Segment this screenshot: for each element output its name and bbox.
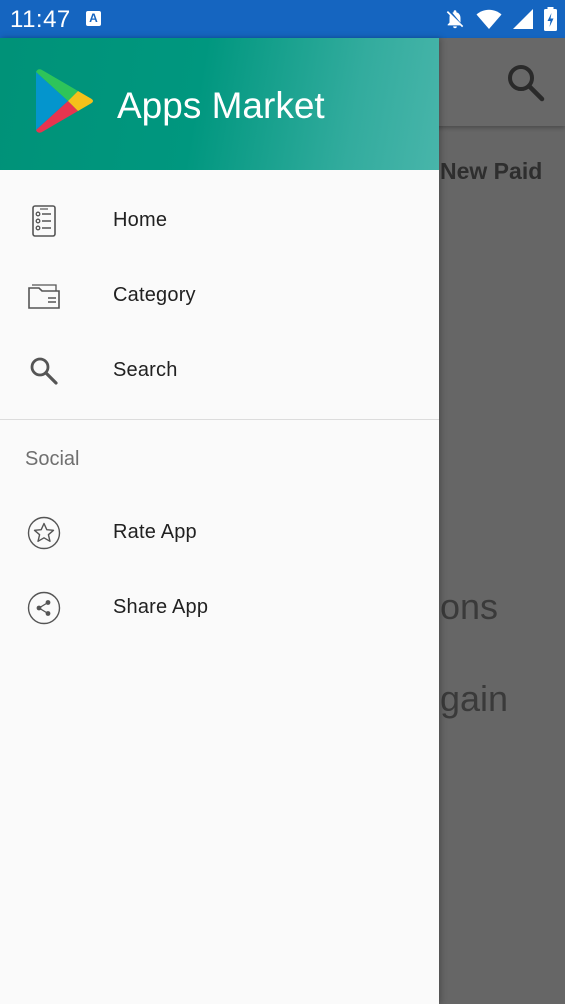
drawer-social-menu: Rate App Share App	[0, 495, 439, 645]
menu-item-rate-app[interactable]: Rate App	[0, 495, 439, 570]
menu-item-category[interactable]: Category	[0, 258, 439, 333]
notifications-off-icon	[444, 7, 466, 31]
status-time: 11:47	[10, 6, 71, 33]
status-bar: 11:47 A	[0, 0, 565, 38]
background-text-line2: gain	[440, 678, 509, 719]
signal-icon	[512, 8, 534, 30]
menu-item-search[interactable]: Search	[0, 333, 439, 408]
menu-item-label: Home	[113, 209, 168, 231]
search-icon	[27, 354, 61, 388]
menu-item-label: Category	[113, 284, 196, 306]
star-icon	[27, 516, 61, 550]
search-icon[interactable]	[505, 62, 545, 107]
drawer-main-menu: Home Category Search	[0, 170, 439, 408]
document-list-icon	[27, 204, 61, 238]
menu-item-label: Rate App	[113, 521, 197, 543]
menu-item-label: Search	[113, 359, 178, 381]
background-text-line1: ons	[440, 586, 499, 627]
drawer-header: Apps Market	[0, 38, 439, 170]
share-icon	[27, 591, 61, 625]
wifi-icon	[476, 8, 502, 30]
battery-charging-icon	[544, 7, 557, 31]
section-header-social: Social	[25, 448, 80, 470]
menu-item-label: Share App	[113, 596, 209, 618]
app-logo-icon	[34, 68, 96, 139]
menu-item-share-app[interactable]: Share App	[0, 570, 439, 645]
status-icons	[444, 7, 557, 31]
drawer-title: Apps Market	[117, 85, 325, 126]
navigation-drawer: Apps Market Home Category Search Social	[0, 38, 439, 1004]
menu-item-home[interactable]: Home	[0, 183, 439, 258]
tab-new-paid[interactable]: New Paid	[440, 158, 542, 185]
accessibility-indicator-icon: A	[86, 11, 101, 26]
folder-icon	[27, 279, 61, 313]
